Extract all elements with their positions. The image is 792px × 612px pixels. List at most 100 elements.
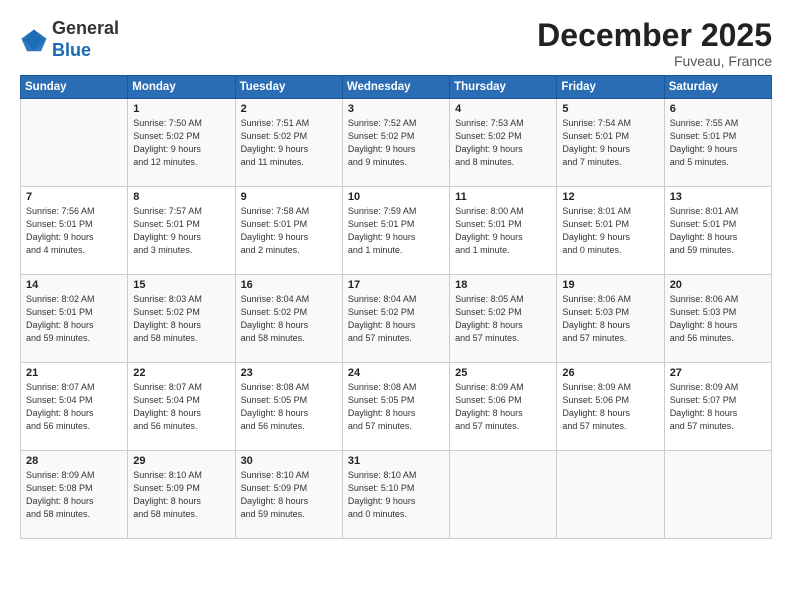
day-number: 10 — [348, 191, 444, 203]
calendar-cell: 20Sunrise: 8:06 AM Sunset: 5:03 PM Dayli… — [664, 275, 771, 363]
location: Fuveau, France — [537, 53, 772, 69]
day-number: 24 — [348, 367, 444, 379]
day-number: 1 — [133, 103, 229, 115]
day-number: 18 — [455, 279, 551, 291]
col-friday: Friday — [557, 76, 664, 99]
calendar-cell: 26 Sunrise: 8:09 AM Sunset: 5:06 PM Dayli… — [557, 363, 664, 451]
page: General Blue December 2025 Fuveau, Franc… — [0, 0, 792, 612]
calendar-cell: 29 Sunrise: 8:10 AM Sunset: 5:09 PM Dayli… — [128, 451, 235, 539]
title-block: December 2025 Fuveau, France — [537, 18, 772, 69]
calendar-cell: 14Sunrise: 8:02 AM Sunset: 5:01 PM Dayli… — [21, 275, 128, 363]
calendar-cell: 7Sunrise: 7:56 AM Sunset: 5:01 PM Daylig… — [21, 187, 128, 275]
day-info: Sunrise: 8:04 AM Sunset: 5:02 PM Dayligh… — [348, 293, 444, 345]
calendar-cell: 12Sunrise: 8:01 AM Sunset: 5:01 PM Dayli… — [557, 187, 664, 275]
day-info: Sunrise: 8:10 AM Sunset: 5:09 PM Dayligh… — [133, 469, 229, 521]
col-sunday: Sunday — [21, 76, 128, 99]
day-info: Sunrise: 8:02 AM Sunset: 5:01 PM Dayligh… — [26, 293, 122, 345]
day-info: Sunrise: 7:55 AM Sunset: 5:01 PM Dayligh… — [670, 117, 766, 169]
day-number: 30 — [241, 455, 337, 467]
calendar-cell: 30 Sunrise: 8:10 AM Sunset: 5:09 PM Dayli… — [235, 451, 342, 539]
day-number: 15 — [133, 279, 229, 291]
calendar-cell: 13Sunrise: 8:01 AM Sunset: 5:01 PM Dayli… — [664, 187, 771, 275]
calendar-week-4: 21 Sunrise: 8:07 AM Sunset: 5:04 PM Dayli… — [21, 363, 772, 451]
day-number: 23 — [241, 367, 337, 379]
day-number: 8 — [133, 191, 229, 203]
logo-text: General Blue — [52, 18, 119, 61]
calendar-cell: 21 Sunrise: 8:07 AM Sunset: 5:04 PM Dayli… — [21, 363, 128, 451]
day-info: Sunrise: 8:09 AM Sunset: 5:06 PM Dayligh… — [455, 381, 551, 433]
day-number: 11 — [455, 191, 551, 203]
calendar-cell: 11 Sunrise: 8:00 AM Sunset: 5:01 PM Dayli… — [450, 187, 557, 275]
col-tuesday: Tuesday — [235, 76, 342, 99]
day-info: Sunrise: 8:01 AM Sunset: 5:01 PM Dayligh… — [670, 205, 766, 257]
day-info: Sunrise: 7:52 AM Sunset: 5:02 PM Dayligh… — [348, 117, 444, 169]
day-number: 2 — [241, 103, 337, 115]
day-info: Sunrise: 7:59 AM Sunset: 5:01 PM Dayligh… — [348, 205, 444, 257]
day-info: Sunrise: 8:09 AM Sunset: 5:07 PM Dayligh… — [670, 381, 766, 433]
day-info: Sunrise: 8:07 AM Sunset: 5:04 PM Dayligh… — [133, 381, 229, 433]
day-info: Sunrise: 8:04 AM Sunset: 5:02 PM Dayligh… — [241, 293, 337, 345]
day-number: 4 — [455, 103, 551, 115]
day-number: 6 — [670, 103, 766, 115]
day-number: 20 — [670, 279, 766, 291]
day-number: 25 — [455, 367, 551, 379]
calendar-cell: 6 Sunrise: 7:55 AM Sunset: 5:01 PM Daylig… — [664, 99, 771, 187]
calendar-cell: 4 Sunrise: 7:53 AM Sunset: 5:02 PM Daylig… — [450, 99, 557, 187]
logo-icon — [20, 26, 48, 54]
day-info: Sunrise: 8:08 AM Sunset: 5:05 PM Dayligh… — [348, 381, 444, 433]
calendar-cell — [557, 451, 664, 539]
calendar-cell: 9 Sunrise: 7:58 AM Sunset: 5:01 PM Daylig… — [235, 187, 342, 275]
day-number: 26 — [562, 367, 658, 379]
day-info: Sunrise: 8:08 AM Sunset: 5:05 PM Dayligh… — [241, 381, 337, 433]
day-info: Sunrise: 7:54 AM Sunset: 5:01 PM Dayligh… — [562, 117, 658, 169]
logo: General Blue — [20, 18, 119, 61]
calendar-cell — [450, 451, 557, 539]
calendar-cell: 25 Sunrise: 8:09 AM Sunset: 5:06 PM Dayli… — [450, 363, 557, 451]
day-info: Sunrise: 7:56 AM Sunset: 5:01 PM Dayligh… — [26, 205, 122, 257]
day-number: 5 — [562, 103, 658, 115]
calendar-cell: 8 Sunrise: 7:57 AM Sunset: 5:01 PM Daylig… — [128, 187, 235, 275]
calendar-cell: 10 Sunrise: 7:59 AM Sunset: 5:01 PM Dayli… — [342, 187, 449, 275]
day-info: Sunrise: 7:53 AM Sunset: 5:02 PM Dayligh… — [455, 117, 551, 169]
calendar-cell: 31 Sunrise: 8:10 AM Sunset: 5:10 PM Dayli… — [342, 451, 449, 539]
calendar-cell: 5 Sunrise: 7:54 AM Sunset: 5:01 PM Daylig… — [557, 99, 664, 187]
day-number: 29 — [133, 455, 229, 467]
day-info: Sunrise: 8:05 AM Sunset: 5:02 PM Dayligh… — [455, 293, 551, 345]
day-number: 31 — [348, 455, 444, 467]
header-row: Sunday Monday Tuesday Wednesday Thursday… — [21, 76, 772, 99]
day-info: Sunrise: 8:10 AM Sunset: 5:10 PM Dayligh… — [348, 469, 444, 521]
day-info: Sunrise: 7:57 AM Sunset: 5:01 PM Dayligh… — [133, 205, 229, 257]
calendar-cell: 2 Sunrise: 7:51 AM Sunset: 5:02 PM Daylig… — [235, 99, 342, 187]
day-info: Sunrise: 8:03 AM Sunset: 5:02 PM Dayligh… — [133, 293, 229, 345]
day-info: Sunrise: 8:07 AM Sunset: 5:04 PM Dayligh… — [26, 381, 122, 433]
calendar-cell: 1 Sunrise: 7:50 AM Sunset: 5:02 PM Daylig… — [128, 99, 235, 187]
calendar-week-1: 1 Sunrise: 7:50 AM Sunset: 5:02 PM Daylig… — [21, 99, 772, 187]
calendar-cell: 15 Sunrise: 8:03 AM Sunset: 5:02 PM Dayli… — [128, 275, 235, 363]
day-number: 17 — [348, 279, 444, 291]
calendar-week-5: 28Sunrise: 8:09 AM Sunset: 5:08 PM Dayli… — [21, 451, 772, 539]
logo-general: General — [52, 18, 119, 40]
day-number: 16 — [241, 279, 337, 291]
day-info: Sunrise: 8:01 AM Sunset: 5:01 PM Dayligh… — [562, 205, 658, 257]
calendar-cell — [21, 99, 128, 187]
day-info: Sunrise: 8:00 AM Sunset: 5:01 PM Dayligh… — [455, 205, 551, 257]
day-number: 19 — [562, 279, 658, 291]
day-info: Sunrise: 7:58 AM Sunset: 5:01 PM Dayligh… — [241, 205, 337, 257]
calendar-cell: 23 Sunrise: 8:08 AM Sunset: 5:05 PM Dayli… — [235, 363, 342, 451]
calendar-cell: 16 Sunrise: 8:04 AM Sunset: 5:02 PM Dayli… — [235, 275, 342, 363]
day-info: Sunrise: 7:51 AM Sunset: 5:02 PM Dayligh… — [241, 117, 337, 169]
day-info: Sunrise: 8:09 AM Sunset: 5:06 PM Dayligh… — [562, 381, 658, 433]
day-info: Sunrise: 8:10 AM Sunset: 5:09 PM Dayligh… — [241, 469, 337, 521]
col-wednesday: Wednesday — [342, 76, 449, 99]
col-thursday: Thursday — [450, 76, 557, 99]
day-number: 9 — [241, 191, 337, 203]
day-info: Sunrise: 7:50 AM Sunset: 5:02 PM Dayligh… — [133, 117, 229, 169]
col-saturday: Saturday — [664, 76, 771, 99]
header: General Blue December 2025 Fuveau, Franc… — [20, 18, 772, 69]
col-monday: Monday — [128, 76, 235, 99]
logo-blue: Blue — [52, 40, 119, 62]
calendar-cell — [664, 451, 771, 539]
calendar-cell: 22Sunrise: 8:07 AM Sunset: 5:04 PM Dayli… — [128, 363, 235, 451]
day-number: 21 — [26, 367, 122, 379]
calendar-cell: 27Sunrise: 8:09 AM Sunset: 5:07 PM Dayli… — [664, 363, 771, 451]
